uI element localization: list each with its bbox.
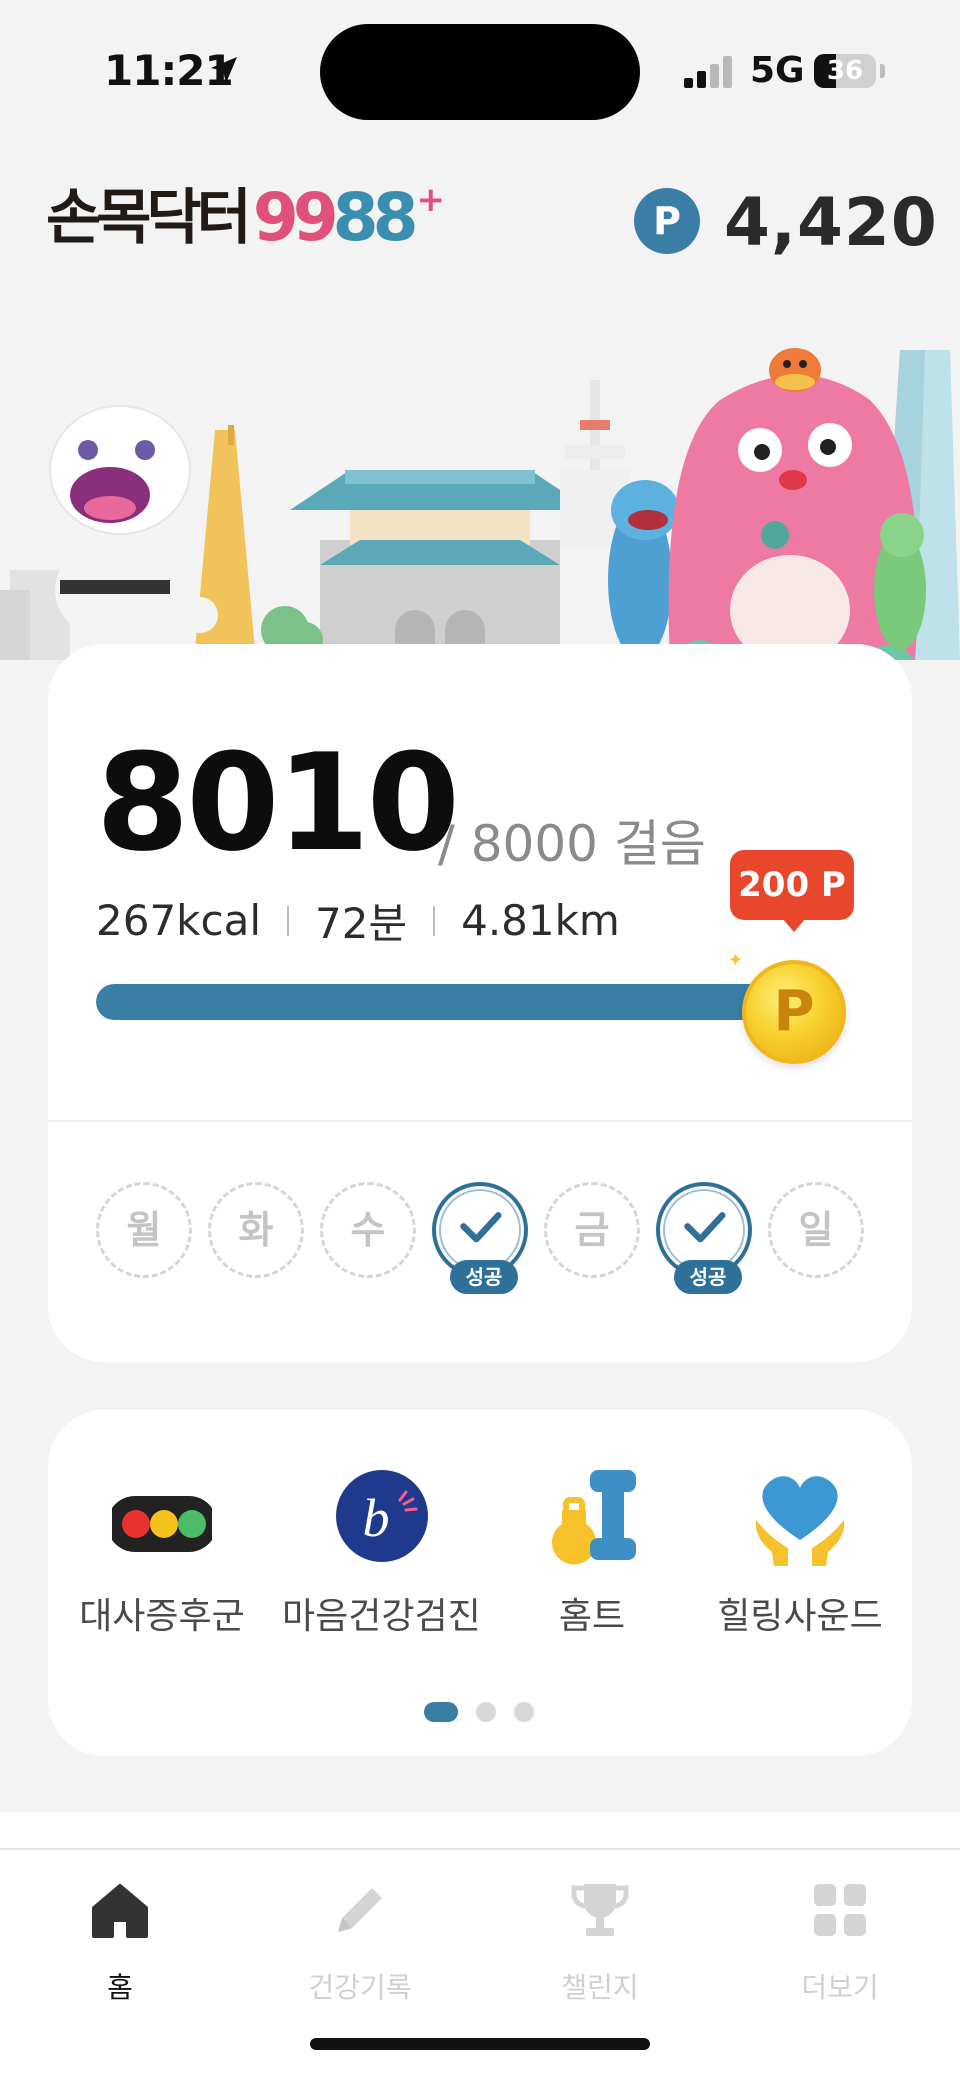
shortcut-healing-sound[interactable]: 힐링사운드 xyxy=(700,1470,900,1670)
logo-number-blue: 88 xyxy=(332,179,419,256)
points-balance[interactable]: 4,420 xyxy=(724,184,938,261)
dynamic-island xyxy=(320,24,640,120)
day-tue: 화 xyxy=(208,1182,304,1278)
shortcut-home-training[interactable]: 홈트 xyxy=(492,1470,692,1670)
step-count: 8010 xyxy=(96,725,460,881)
sparkle-icon: ✦ xyxy=(728,950,744,971)
battery-icon: 36 xyxy=(814,54,876,88)
points-icon[interactable]: P xyxy=(634,188,700,254)
shortcut-menu-card: 대사증후군 b 마음건강검진 홈트 힐링사운드 xyxy=(48,1410,912,1756)
point-coin-icon[interactable]: P xyxy=(742,960,846,1064)
step-goal: / 8000 걸음 xyxy=(438,815,706,873)
day-thu: 성공 xyxy=(432,1182,528,1294)
svg-text:b: b xyxy=(363,1488,390,1548)
home-icon xyxy=(92,1884,148,1938)
day-label: 화 xyxy=(238,1208,274,1252)
shortcut-label: 대사증후군 xyxy=(79,1596,245,1637)
home-indicator xyxy=(310,2038,650,2050)
traffic-light-icon xyxy=(112,1496,212,1552)
step-progress-bar xyxy=(96,984,816,1020)
tab-more[interactable]: 더보기 xyxy=(750,1870,930,2004)
heart-hands-icon xyxy=(755,1476,845,1566)
tab-label: 더보기 xyxy=(801,1971,879,2004)
tab-label: 건강기록 xyxy=(308,1971,412,2004)
reward-badge-tail xyxy=(782,918,806,932)
grid-icon xyxy=(814,1884,866,1936)
location-arrow-icon xyxy=(211,57,237,83)
success-tag: 성공 xyxy=(674,1260,742,1294)
day-label: 월 xyxy=(126,1208,162,1252)
logo-number-pink: 99 xyxy=(252,179,339,256)
day-label: 일 xyxy=(798,1208,834,1252)
distance-value: 4.81km xyxy=(461,896,620,945)
page-dot[interactable] xyxy=(514,1702,534,1722)
shortcut-mental-health[interactable]: b 마음건강검진 xyxy=(282,1470,482,1670)
tab-health-record[interactable]: 건강기록 xyxy=(270,1870,450,2004)
palace-gate xyxy=(290,470,590,660)
day-label: 금 xyxy=(574,1208,610,1252)
battery-tip xyxy=(880,64,885,78)
signal-icon xyxy=(684,56,734,88)
tab-label: 챌린지 xyxy=(561,1971,639,2004)
pencil-icon xyxy=(338,1888,382,1932)
logo-plus: + xyxy=(416,180,446,220)
day-sat: 성공 xyxy=(656,1182,752,1294)
day-fri: 금 xyxy=(544,1182,640,1278)
green-dino-character xyxy=(874,513,926,650)
page-dot[interactable] xyxy=(424,1702,458,1722)
content-strip xyxy=(0,1812,960,1852)
card-divider xyxy=(48,1120,912,1122)
activity-stats: 267kcal 72분 4.81km xyxy=(96,890,620,951)
logo-text: 손목닥터 xyxy=(46,183,252,253)
day-mon: 월 xyxy=(96,1182,192,1278)
stats-divider xyxy=(433,905,436,936)
dumbbell-icon xyxy=(552,1470,636,1565)
white-tiger-character xyxy=(49,405,218,640)
step-progress-fill xyxy=(96,984,816,1020)
status-bar: 11:21 5G 36 xyxy=(0,0,960,150)
shortcut-pagination xyxy=(424,1700,552,1724)
day-label: 수 xyxy=(350,1208,386,1252)
shortcut-label: 마음건강검진 xyxy=(282,1596,481,1637)
network-type: 5G xyxy=(750,50,805,91)
duration-value: 72분 xyxy=(315,899,408,948)
day-sun: 일 xyxy=(768,1182,864,1278)
shortcut-label: 힐링사운드 xyxy=(717,1596,883,1637)
blue-dino-character xyxy=(608,480,679,660)
day-wed: 수 xyxy=(320,1182,416,1278)
reward-points-badge: 200 P xyxy=(730,850,854,920)
shortcut-metabolic-syndrome[interactable]: 대사증후군 xyxy=(62,1470,262,1670)
weekly-achievement-row: 월 화 수 성공 금 성공 일 xyxy=(96,1182,876,1302)
shortcut-label: 홈트 xyxy=(558,1596,626,1637)
stats-divider xyxy=(287,905,289,936)
success-tag: 성공 xyxy=(450,1260,518,1294)
tab-home[interactable]: 홈 xyxy=(30,1870,210,2004)
calories-value: 267kcal xyxy=(96,896,261,945)
tab-label: 홈 xyxy=(107,1971,133,2004)
app-logo[interactable]: 손목닥터 99 88 + xyxy=(46,176,445,256)
page-dot[interactable] xyxy=(476,1702,496,1722)
tab-challenge[interactable]: 챌린지 xyxy=(510,1870,690,2004)
mind-b-icon: b xyxy=(336,1470,428,1562)
battery-percent: 36 xyxy=(826,56,864,86)
trophy-icon xyxy=(571,1884,629,1936)
step-card[interactable]: 8010 / 8000 걸음 267kcal 72분 4.81km 200 P … xyxy=(48,644,912,1362)
orange-bird-character xyxy=(769,348,821,392)
